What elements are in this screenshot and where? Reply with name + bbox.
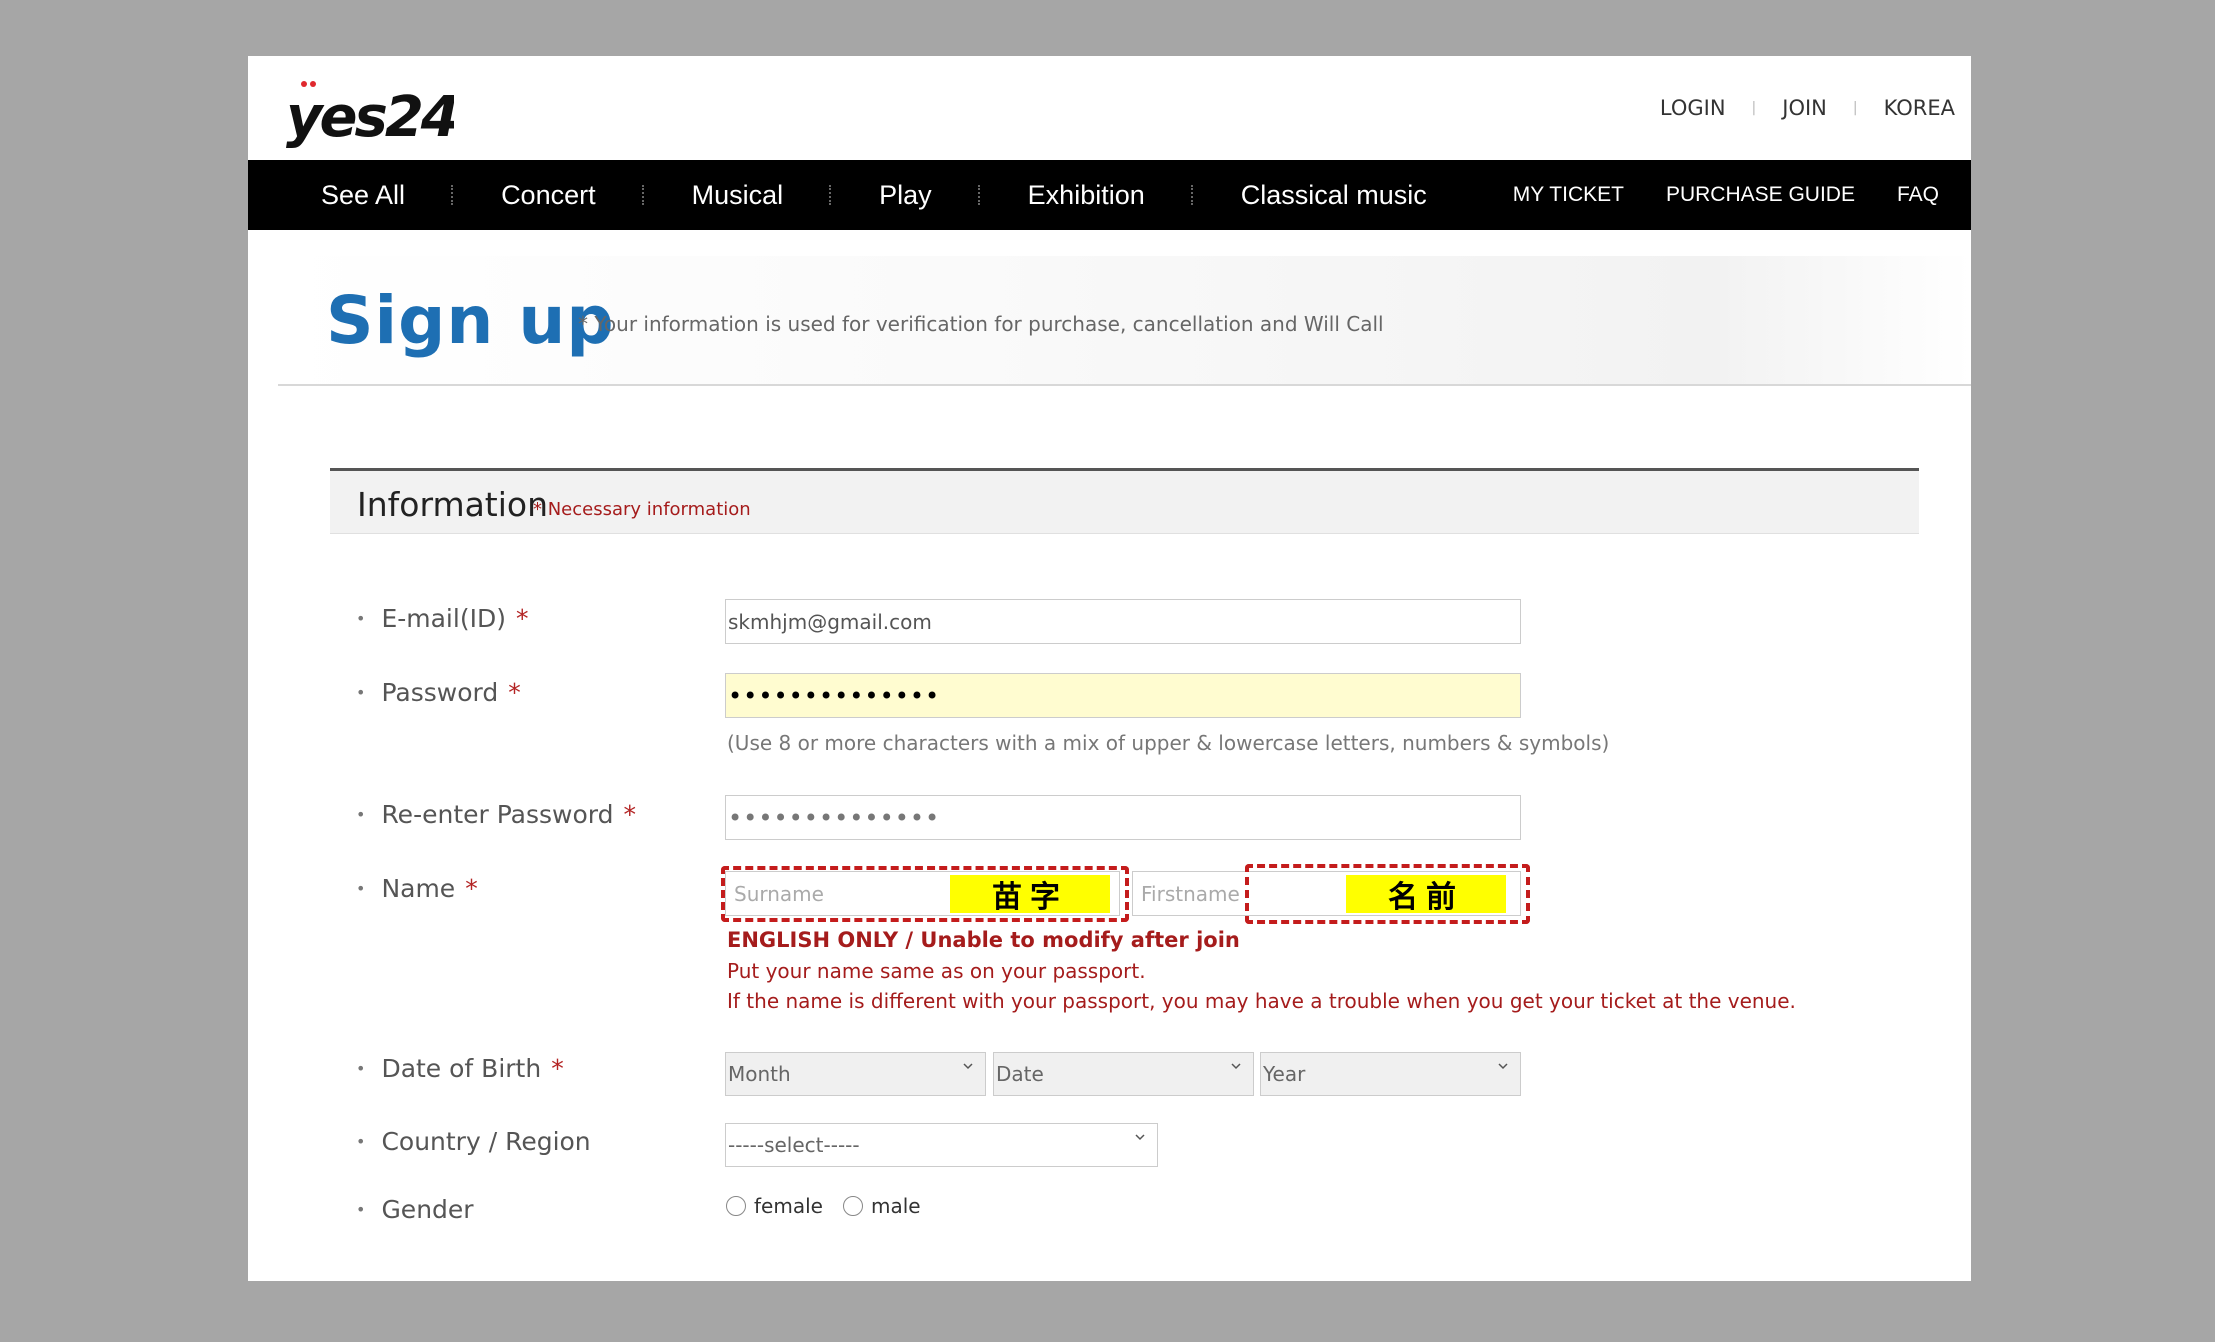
nav-divider <box>451 185 455 205</box>
country-label: • Country / Region <box>356 1127 591 1156</box>
page-title: Sign up <box>326 282 615 359</box>
required-note: * Necessary information <box>533 499 751 520</box>
svg-text:yes24: yes24 <box>286 85 454 150</box>
date-select[interactable]: Date <box>993 1052 1254 1096</box>
nav-divider <box>1190 185 1195 205</box>
nav-purchase-guide[interactable]: PURCHASE GUIDE <box>1666 183 1855 207</box>
chevron-down-icon <box>963 1063 973 1070</box>
signup-page: yes24 LOGIN | JOIN | KOREA See All Conce… <box>248 56 1971 1281</box>
year-select[interactable]: Year <box>1260 1052 1521 1096</box>
nav-musical[interactable]: Musical <box>692 180 784 211</box>
login-link[interactable]: LOGIN <box>1660 96 1726 120</box>
nav-faq[interactable]: FAQ <box>1897 183 1939 207</box>
page-note: * Your information is used for verificat… <box>578 312 1384 336</box>
radio-circle-icon[interactable] <box>726 1196 746 1216</box>
nav-exhibition[interactable]: Exhibition <box>1028 180 1145 211</box>
korea-link[interactable]: KOREA <box>1884 96 1955 120</box>
main-nav: See All Concert Musical Play Exhibition … <box>248 160 1971 230</box>
password-label: • Password * <box>356 678 521 707</box>
password-field[interactable]: •••••••••••••• <box>725 673 1521 718</box>
password-hint: (Use 8 or more characters with a mix of … <box>727 731 1610 755</box>
dob-label: • Date of Birth * <box>356 1054 564 1083</box>
nav-divider <box>977 185 982 205</box>
email-label: • E-mail(ID) * <box>356 604 529 633</box>
name-warning-bold: ENGLISH ONLY / Unable to modify after jo… <box>727 928 1240 952</box>
nav-play[interactable]: Play <box>879 180 932 211</box>
country-select[interactable]: -----select----- <box>725 1123 1158 1167</box>
nav-see-all[interactable]: See All <box>321 180 405 211</box>
name-warning-line1: Put your name same as on your passport. <box>727 959 1146 983</box>
chevron-down-icon <box>1498 1063 1508 1070</box>
nav-my-ticket[interactable]: MY TICKET <box>1513 183 1624 207</box>
gender-female-radio[interactable]: female <box>726 1194 823 1218</box>
name-warning-line2: If the name is different with your passp… <box>727 989 1796 1013</box>
separator: | <box>1852 100 1858 116</box>
month-select[interactable]: Month <box>725 1052 986 1096</box>
surname-annotation: 苗字 <box>950 875 1110 915</box>
nav-divider <box>829 185 833 205</box>
chevron-down-icon <box>1231 1063 1241 1070</box>
email-field[interactable]: skmhjm@gmail.com <box>725 599 1521 644</box>
yes24-logo[interactable]: yes24 <box>284 74 454 154</box>
section-title: Information <box>357 485 549 524</box>
join-link[interactable]: JOIN <box>1782 96 1827 120</box>
repassword-label: • Re-enter Password * <box>356 800 636 829</box>
firstname-annotation: 名前 <box>1346 875 1506 915</box>
gender-male-radio[interactable]: male <box>843 1194 921 1218</box>
separator: | <box>1751 100 1757 116</box>
chevron-down-icon <box>1135 1134 1145 1141</box>
nav-concert[interactable]: Concert <box>501 180 596 211</box>
repassword-field[interactable]: •••••••••••••• <box>725 795 1521 840</box>
top-links: LOGIN | JOIN | KOREA <box>1660 96 1955 120</box>
nav-classical-music[interactable]: Classical music <box>1241 180 1427 211</box>
radio-circle-icon[interactable] <box>843 1196 863 1216</box>
name-label: • Name * <box>356 874 478 903</box>
nav-divider <box>641 185 646 205</box>
gender-label: • Gender <box>356 1195 474 1224</box>
section-header: Information * Necessary information <box>330 468 1919 534</box>
